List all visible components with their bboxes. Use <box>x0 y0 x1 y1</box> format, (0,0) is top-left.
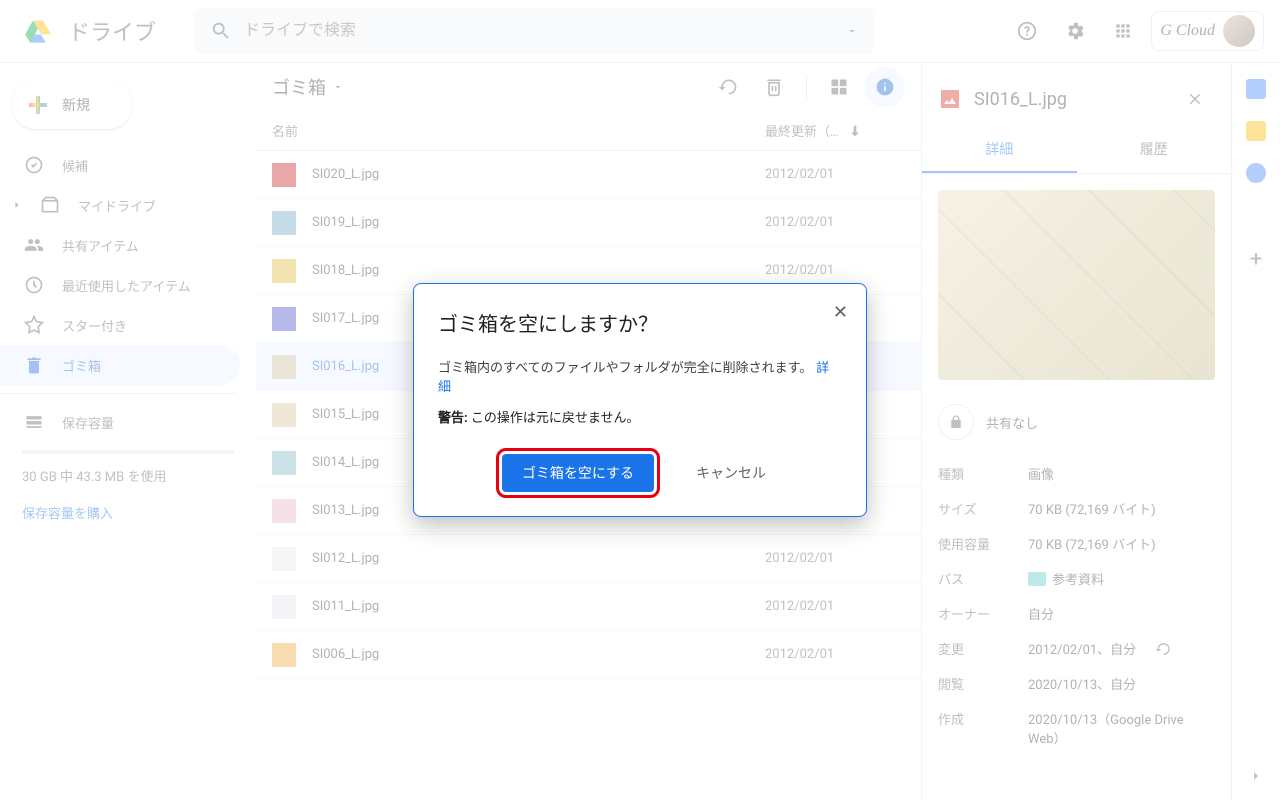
confirm-empty-trash-button[interactable]: ゴミ箱を空にする <box>502 454 654 492</box>
empty-trash-dialog: ✕ ゴミ箱を空にしますか？ ゴミ箱内のすべてのファイルやフォルダが完全に削除され… <box>413 283 867 517</box>
cancel-button[interactable]: キャンセル <box>684 454 778 492</box>
dialog-warning: 警告: この操作は元に戻せません。 <box>438 407 842 426</box>
close-dialog-icon[interactable]: ✕ <box>833 302 848 323</box>
dialog-scrim[interactable]: ✕ ゴミ箱を空にしますか？ ゴミ箱内のすべてのファイルやフォルダが完全に削除され… <box>0 0 1280 800</box>
dialog-title: ゴミ箱を空にしますか？ <box>438 308 842 337</box>
dialog-body: ゴミ箱内のすべてのファイルやフォルダが完全に削除されます。詳細 <box>438 357 842 395</box>
